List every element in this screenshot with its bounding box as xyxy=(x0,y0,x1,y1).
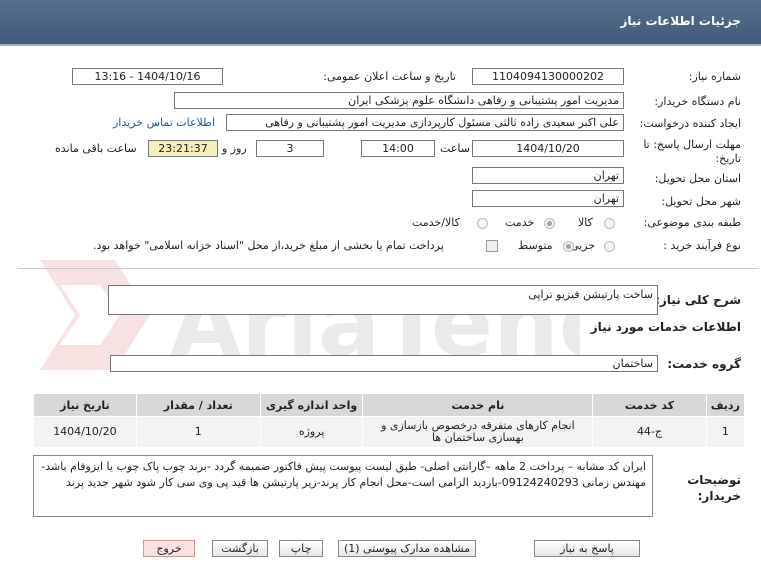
page-title: جزئیات اطلاعات نیاز xyxy=(620,14,741,28)
treasury-checkbox[interactable] xyxy=(486,240,498,252)
cell-service-name: انجام کارهای متفرقه درخصوص بازسازی و بهس… xyxy=(362,416,594,448)
service-group-field: ساختمان xyxy=(110,355,658,372)
announce-field: 1404/10/16 - 13:16 xyxy=(72,68,223,85)
buyer-notes-field: ایران کد مشابه – پرداخت 2 ماهه –گارانتی … xyxy=(33,455,653,517)
city-label: شهر محل تحویل: xyxy=(661,195,741,208)
table-header-row: ردیف کد خدمت نام خدمت واحد اندازه گیری ت… xyxy=(33,393,746,417)
need-number-field: 1104094130000202 xyxy=(472,68,624,85)
col-service-name: نام خدمت xyxy=(362,393,594,417)
cell-row-number: 1 xyxy=(705,416,746,448)
deadline-date-label: تاریخ: xyxy=(715,152,741,165)
creator-label: ایجاد کننده درخواست: xyxy=(639,117,741,130)
cell-service-code: ج-44 xyxy=(592,416,707,448)
announce-label: تاریخ و ساعت اعلان عمومی: xyxy=(323,70,456,83)
category-radio-goods-service[interactable] xyxy=(477,218,488,229)
province-label: استان محل تحویل: xyxy=(654,172,741,185)
services-table: ردیف کد خدمت نام خدمت واحد اندازه گیری ت… xyxy=(33,393,746,448)
days-field: 3 xyxy=(256,140,324,157)
divider xyxy=(18,268,758,269)
view-attachments-button[interactable]: مشاهده مدارک پیوستی (1) xyxy=(338,540,476,557)
creator-field: علی اکبر سعیدی زاده ثالثی مسئول کارپرداز… xyxy=(226,114,624,131)
province-field: تهران xyxy=(472,167,624,184)
deadline-time-field: 14:00 xyxy=(361,140,435,157)
exit-button[interactable]: خروج xyxy=(143,540,195,557)
reply-button[interactable]: پاسخ به نیاز xyxy=(534,540,640,557)
cell-quantity: 1 xyxy=(135,416,261,448)
cell-unit: پروژه xyxy=(259,416,364,448)
category-radio-goods[interactable] xyxy=(604,218,615,229)
back-button[interactable]: بازگشت xyxy=(212,540,268,557)
deadline-label: مهلت ارسال پاسخ: تا xyxy=(643,138,741,151)
remaining-label: ساعت باقی مانده xyxy=(55,142,137,155)
process-radio-minor[interactable] xyxy=(604,241,615,252)
contact-info-link[interactable]: اطلاعات تماس خریدار xyxy=(113,116,215,129)
process-label: نوع فرآیند خرید : xyxy=(663,239,741,252)
category-option-goods-service: کالا/خدمت xyxy=(412,216,460,229)
col-row-number: ردیف xyxy=(705,393,746,417)
time-label: ساعت xyxy=(440,142,470,155)
city-field: تهران xyxy=(472,190,624,207)
cell-need-date: 1404/10/20 xyxy=(33,416,137,448)
services-section-title: اطلاعات خدمات مورد نیاز xyxy=(590,320,741,334)
print-button[interactable]: چاپ xyxy=(279,540,323,557)
days-label: روز و xyxy=(222,142,247,155)
need-number-label: شماره نیاز: xyxy=(688,70,741,83)
service-group-label: گروه خدمت: xyxy=(667,357,741,371)
buyer-notes-label-2: خریدار: xyxy=(697,489,741,503)
page-header: جزئیات اطلاعات نیاز xyxy=(0,0,761,46)
deadline-date-field: 1404/10/20 xyxy=(472,140,624,157)
process-radio-medium[interactable] xyxy=(563,241,574,252)
buyer-org-label: نام دستگاه خریدار: xyxy=(654,95,741,108)
col-unit: واحد اندازه گیری xyxy=(259,393,364,417)
col-service-code: کد خدمت xyxy=(592,393,707,417)
col-quantity: تعداد / مقدار xyxy=(135,393,261,417)
process-option-medium: متوسط xyxy=(518,239,553,252)
summary-field: ساخت پارتیشن فیزیو تراپی xyxy=(108,285,658,315)
category-label: طبقه بندی موضوعی: xyxy=(643,216,741,229)
buyer-org-field: مدیریت امور پشتیبانی و رفاهی دانشگاه علو… xyxy=(174,92,624,109)
payment-note: پرداخت تمام یا بخشی از مبلغ خرید،از محل … xyxy=(93,239,444,252)
buyer-notes-label: توضیحات xyxy=(687,473,741,487)
summary-label: شرح کلی نیاز: xyxy=(655,293,741,307)
category-radio-service[interactable] xyxy=(544,218,555,229)
table-row: 1 ج-44 انجام کارهای متفرقه درخصوص بازساز… xyxy=(33,416,746,448)
remaining-time-field: 23:21:37 xyxy=(148,140,218,157)
category-option-service: خدمت xyxy=(505,216,535,229)
col-need-date: تاریخ نیاز xyxy=(33,393,137,417)
category-option-goods: کالا xyxy=(578,216,593,229)
